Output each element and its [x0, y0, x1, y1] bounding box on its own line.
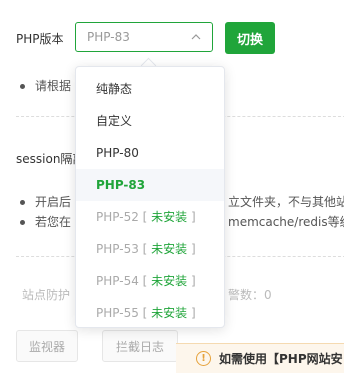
bullet-dot — [20, 84, 25, 89]
note-text: 请根据 — [35, 79, 72, 93]
note-line: 请根据 — [20, 77, 71, 94]
not-installed-tag: [ 未安装 ] — [138, 306, 196, 320]
php-version-select[interactable]: PHP-83 — [75, 22, 213, 52]
intercept-log-button[interactable]: 拦截日志 — [102, 330, 178, 362]
switch-button[interactable]: 切换 — [225, 22, 275, 54]
dropdown-option[interactable]: PHP-80 — [76, 137, 224, 169]
dropdown-options: 纯静态 自定义 PHP-80 PHP-83 PHP-52 [ 未安装 ] PHP-53 [… — [76, 73, 224, 329]
notice-bar: ! 如需使用【PHP网站安 — [176, 343, 344, 373]
option-label: PHP-80 — [96, 146, 139, 160]
notice-text: 如需使用【PHP网站安 — [219, 352, 343, 366]
monitor-button[interactable]: 监视器 — [16, 330, 78, 362]
bullet-dot — [20, 220, 25, 225]
bullet-text-right: memcache/redis等缓 — [228, 215, 344, 229]
bullet-text-left: 若您在 — [35, 215, 72, 229]
option-label: PHP-83 — [96, 178, 146, 192]
alert-count: 警数：0 — [228, 288, 272, 302]
select-value: PHP-83 — [87, 30, 130, 44]
not-installed-tag: [ 未安装 ] — [138, 242, 196, 256]
bullet-line-2: 若您在 — [20, 213, 71, 230]
warning-icon: ! — [196, 351, 211, 366]
dropdown-option[interactable]: PHP-52 [ 未安装 ] — [76, 201, 224, 233]
option-label: 自定义 — [96, 114, 133, 128]
option-label: PHP-53 — [96, 242, 139, 256]
option-label: 纯静态 — [96, 82, 133, 96]
php-version-label: PHP版本 — [16, 32, 64, 46]
bullet-text-left: 开启后 — [35, 195, 72, 209]
option-label: PHP-52 — [96, 210, 139, 224]
bullet-text-right: 立文件夹，不与其他站 — [228, 195, 344, 209]
dropdown-option[interactable]: PHP-53 [ 未安装 ] — [76, 233, 224, 265]
chevron-up-icon — [191, 34, 201, 40]
not-installed-tag: [ 未安装 ] — [138, 274, 196, 288]
site-protection-label: 站点防护 — [22, 288, 71, 302]
not-installed-tag: [ 未安装 ] — [138, 210, 196, 224]
option-label: PHP-54 — [96, 274, 139, 288]
bullet-line-1: 开启后 — [20, 193, 71, 210]
dropdown-option[interactable]: 自定义 — [76, 105, 224, 137]
dropdown-option[interactable]: PHP-83 — [76, 169, 224, 201]
bullet-dot — [20, 200, 25, 205]
option-label: PHP-55 — [96, 306, 139, 320]
dropdown-option[interactable]: 纯静态 — [76, 73, 224, 105]
php-version-dropdown: 纯静态 自定义 PHP-80 PHP-83 PHP-52 [ 未安装 ] PHP-53 [… — [75, 66, 225, 328]
dropdown-option[interactable]: PHP-55 [ 未安装 ] — [76, 297, 224, 329]
dropdown-option[interactable]: PHP-54 [ 未安装 ] — [76, 265, 224, 297]
